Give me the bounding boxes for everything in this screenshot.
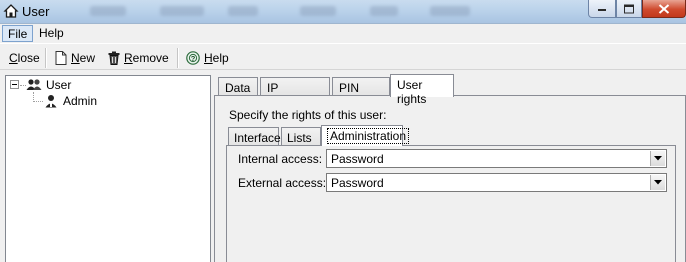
internal-access-label: Internal access: (238, 152, 323, 166)
background-ghost (90, 6, 126, 16)
users-group-icon (26, 79, 42, 90)
administration-page: Internal access: Password External acces… (226, 145, 676, 262)
dropdown-button[interactable] (650, 151, 665, 166)
maximize-button[interactable] (616, 0, 642, 18)
trash-icon (108, 51, 120, 65)
user-tree[interactable]: User Admin (5, 75, 211, 262)
subtab-interface[interactable]: Interface (228, 127, 281, 146)
toolbar-separator (45, 48, 47, 68)
home-app-icon (3, 4, 19, 18)
background-ghost (370, 6, 398, 16)
tree-line (33, 101, 43, 102)
window-title: User (22, 4, 50, 19)
subtab-administration[interactable]: Administration (321, 125, 410, 146)
tree-node-label: User (46, 78, 72, 92)
external-access-select[interactable]: Password (326, 173, 667, 192)
tab-ip-restriction[interactable]: IP restriction (260, 77, 330, 109)
background-ghost (228, 6, 258, 16)
subtab-administration-label: Administration (327, 128, 410, 144)
tree-node-label: Admin (63, 94, 98, 108)
dropdown-button[interactable] (650, 175, 665, 190)
help-icon: ? (186, 51, 200, 65)
chevron-down-icon (654, 156, 662, 161)
menu-bar: File Help (0, 24, 686, 43)
tab-data[interactable]: Data (218, 77, 258, 97)
user-rights-page: Specify the rights of this user: Interfa… (214, 95, 686, 262)
tab-user-rights[interactable]: User rights (390, 74, 454, 106)
title-bar[interactable]: User (0, 0, 686, 24)
background-ghost (300, 6, 336, 16)
toolbar: Close New Remove ? Help (0, 43, 686, 70)
close-window-button[interactable] (642, 0, 686, 18)
new-document-icon (55, 51, 67, 65)
close-button[interactable]: Close (9, 49, 40, 67)
close-button-hotkey: C (9, 51, 18, 65)
tree-node-admin[interactable]: Admin (44, 93, 97, 109)
subtab-lists[interactable]: Lists (281, 127, 321, 146)
rights-prompt: Specify the rights of this user: (229, 108, 387, 122)
minimize-icon (598, 8, 606, 11)
remove-button[interactable]: Remove (108, 49, 169, 67)
remove-button-hotkey: R (124, 51, 133, 65)
external-access-label: External access: (238, 176, 327, 190)
chevron-down-icon (654, 180, 662, 185)
help-button-label: elp (212, 51, 229, 65)
close-button-label: lose (17, 51, 40, 65)
menu-help[interactable]: Help (34, 25, 69, 42)
remove-button-label: emove (132, 51, 169, 65)
internal-access-select[interactable]: Password (326, 149, 667, 168)
close-icon (658, 3, 670, 14)
background-ghost (430, 6, 470, 16)
toolbar-separator (177, 48, 179, 68)
background-ghost (160, 6, 204, 16)
external-access-value: Password (331, 176, 384, 190)
maximize-icon (624, 4, 634, 13)
tree-node-user[interactable]: User (26, 77, 71, 93)
svg-text:?: ? (191, 54, 196, 63)
collapse-toggle[interactable] (10, 80, 19, 89)
new-button-label: ew (79, 51, 96, 65)
help-button-hotkey: H (204, 51, 213, 65)
tab-pin-query[interactable]: PIN query (332, 77, 390, 109)
internal-access-value: Password (331, 152, 384, 166)
new-button-hotkey: N (71, 51, 80, 65)
minimize-button[interactable] (588, 0, 616, 18)
user-details-panel: Data IP restriction PIN query User right… (214, 73, 686, 262)
menu-file[interactable]: File (2, 25, 34, 42)
new-button[interactable]: New (55, 49, 95, 67)
help-button[interactable]: ? Help (186, 49, 229, 67)
admin-user-icon (45, 95, 57, 108)
